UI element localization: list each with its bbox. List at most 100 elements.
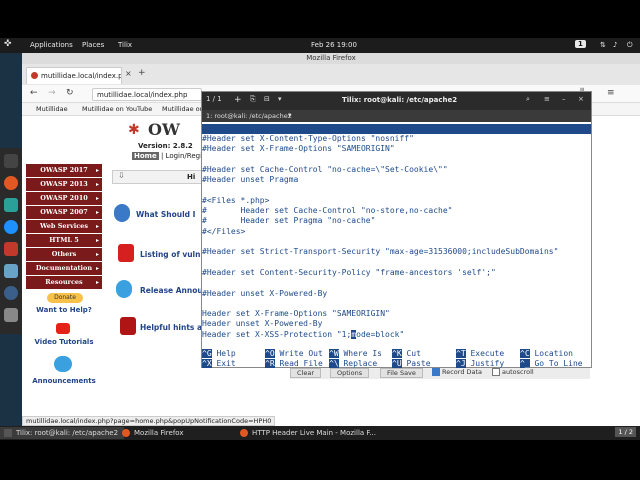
power-icon[interactable]: ⏻ — [627, 41, 633, 50]
shortcut-label: Exit — [211, 359, 236, 368]
tilix-app-menu[interactable]: Tilix — [118, 41, 132, 49]
options-button[interactable]: Options — [330, 368, 370, 378]
record-data-checkbox[interactable] — [432, 368, 440, 376]
release-announcements-link[interactable]: Release Annou — [140, 286, 203, 295]
shortcut-key: ^G — [202, 349, 212, 358]
shortcut-key: ^C — [520, 349, 530, 358]
shortcut-label: Location — [529, 349, 573, 358]
nano-shortcut: ^X Exit — [202, 359, 236, 369]
shortcut-label: Replace — [338, 359, 378, 368]
donate-button[interactable]: Donate — [47, 293, 83, 303]
editor-line: Header set X-Frame-Options "SAMEORIGIN" — [202, 309, 390, 319]
shortcut-label: Cut — [401, 349, 421, 358]
back-icon[interactable]: ← — [30, 88, 38, 98]
tilix-window: 1 / 1 + ⎘ ⊟ ▾ Tilix: root@kali: /etc/apa… — [201, 91, 592, 368]
dropdown-icon[interactable]: ▾ — [278, 95, 282, 107]
kali-menu-icon[interactable]: ✜ — [4, 39, 12, 49]
shortcut-key: ^X — [202, 359, 212, 368]
split-right-icon[interactable]: ⎘ — [250, 95, 256, 107]
workspace-indicator[interactable]: 1 — [575, 40, 586, 48]
task-header-live[interactable]: HTTP Header Live Main - Mozilla F... — [236, 427, 382, 439]
bookmark-mutillidae-youtube[interactable]: Mutillidae on YouTube — [82, 105, 152, 113]
editor-line: #Header unset X-Powered-By — [202, 288, 328, 298]
menu-icon[interactable]: ≡ — [607, 88, 615, 98]
nano-shortcut: ^T Execute — [456, 349, 504, 359]
editor-line: #Header set Cache-Control "no-cache=\"Se… — [202, 164, 448, 174]
task-firefox[interactable]: Mozilla Firefox — [118, 427, 190, 439]
video-tutorials-link[interactable]: Video Tutorials — [22, 338, 106, 346]
maltego-icon[interactable] — [4, 264, 18, 278]
sidebar-item-resources[interactable]: Resources — [26, 276, 102, 289]
workspace-pager[interactable]: 1 / 2 — [615, 427, 636, 437]
site-logo: OW — [148, 120, 180, 139]
clock[interactable]: Feb 26 19:00 — [311, 41, 357, 49]
sidebar-item-owasp-2010[interactable]: OWASP 2010 — [26, 192, 102, 205]
clear-button[interactable]: Clear — [290, 368, 321, 378]
shortcut-key: ^T — [456, 349, 466, 358]
top-panel: ✜ Applications Places Tilix Feb 26 19:00… — [0, 38, 640, 53]
metasploit-icon[interactable] — [4, 286, 18, 300]
shortcut-label: Go To Line — [529, 359, 583, 368]
close-icon[interactable]: × — [578, 95, 584, 107]
twitter-bird-icon[interactable] — [54, 356, 72, 372]
sidebar-item-web-services[interactable]: Web Services — [26, 220, 102, 233]
login-register-link[interactable]: | Login/Regi — [161, 152, 202, 160]
youtube-icon[interactable] — [56, 323, 70, 334]
announcements-link[interactable]: Announcements — [22, 377, 106, 385]
url-input[interactable]: mutillidae.local/index.php — [92, 88, 202, 101]
shortcut-label: Execute — [465, 349, 505, 358]
tilix-headerbar: 1 / 1 + ⎘ ⊟ ▾ Tilix: root@kali: /etc/apa… — [202, 92, 591, 110]
sidebar-item-documentation[interactable]: Documentation — [26, 262, 102, 275]
network-icon[interactable]: ⇅ — [600, 41, 606, 49]
volume-icon[interactable]: ♪ — [613, 41, 617, 49]
helpful-hints-link[interactable]: Helpful hints a — [140, 323, 202, 332]
sidebar-item-owasp-2017[interactable]: OWASP 2017 — [26, 164, 102, 177]
shortcut-key: ^R — [265, 359, 275, 368]
bookmark-mutillidae[interactable]: Mutillidae — [36, 105, 68, 113]
sidebar-item-owasp-2013[interactable]: OWASP 2013 — [26, 178, 102, 191]
add-session-icon[interactable]: + — [234, 95, 242, 107]
places-menu[interactable]: Places — [82, 41, 104, 49]
sidebar-item-owasp-2007[interactable]: OWASP 2007 — [26, 206, 102, 219]
shortcut-label: Paste — [401, 359, 431, 368]
kali-icon[interactable] — [4, 220, 18, 234]
apps-grid-icon[interactable] — [4, 308, 18, 322]
editor-line: #Header unset Pragma — [202, 175, 299, 185]
burpsuite-icon[interactable] — [4, 242, 18, 256]
minimize-icon[interactable]: – — [562, 95, 566, 107]
file-save-button[interactable]: File Save — [380, 368, 423, 378]
session-dropdown-icon[interactable]: ▾ — [288, 111, 291, 119]
shortcut-key: ^_ — [520, 359, 530, 368]
new-tab-button[interactable]: + — [138, 68, 146, 78]
menu-icon[interactable]: ≡ — [544, 95, 550, 107]
nano-shortcut: ^J Justify — [456, 359, 504, 369]
version-label: Version: 2.8.2 — [138, 142, 193, 150]
autoscroll-checkbox[interactable] — [492, 368, 500, 376]
firefox-icon[interactable] — [4, 176, 18, 190]
sidebar-item-others[interactable]: Others — [26, 248, 102, 261]
reload-icon[interactable]: ↻ — [66, 88, 74, 98]
nano-shortcut: ^O Write Out — [265, 349, 323, 359]
listing-of-vulns-link[interactable]: Listing of vuln — [140, 250, 200, 259]
bookmark-mutillidae-on[interactable]: Mutillidae on — [162, 105, 204, 113]
shortcut-key: ^W — [329, 349, 339, 358]
cursor-line-after: ode=block" — [356, 330, 405, 339]
close-tab-icon[interactable]: × — [125, 69, 132, 78]
search-icon[interactable]: ⌕ — [526, 95, 530, 107]
tilix-icon[interactable] — [4, 198, 18, 212]
what-should-i-do-link[interactable]: What Should I — [136, 210, 195, 219]
home-link[interactable]: Home — [132, 152, 159, 160]
terminal-icon[interactable] — [4, 154, 18, 168]
applications-menu[interactable]: Applications — [30, 41, 73, 49]
nano-shortcut: ^W Where Is — [329, 349, 382, 359]
task-tilix[interactable]: Tilix: root@kali: /etc/apache2 — [0, 427, 125, 439]
sidebar-item-html5[interactable]: HTML 5 — [26, 234, 102, 247]
want-to-help-link[interactable]: Want to Help? — [22, 306, 106, 314]
top-menu: Home | Login/Regi — [132, 152, 202, 160]
editor-line: #Header set Strict-Transport-Security "m… — [202, 247, 559, 257]
nano-editor[interactable]: GNU nano 5.4 conf/headers.conf * #Header … — [202, 122, 591, 369]
forward-icon[interactable]: → — [48, 88, 56, 98]
split-down-icon[interactable]: ⊟ — [264, 95, 270, 107]
session-counter[interactable]: 1 / 1 — [206, 95, 222, 107]
tab-mutillidae[interactable]: mutillidae.local/index.p — [26, 67, 122, 84]
